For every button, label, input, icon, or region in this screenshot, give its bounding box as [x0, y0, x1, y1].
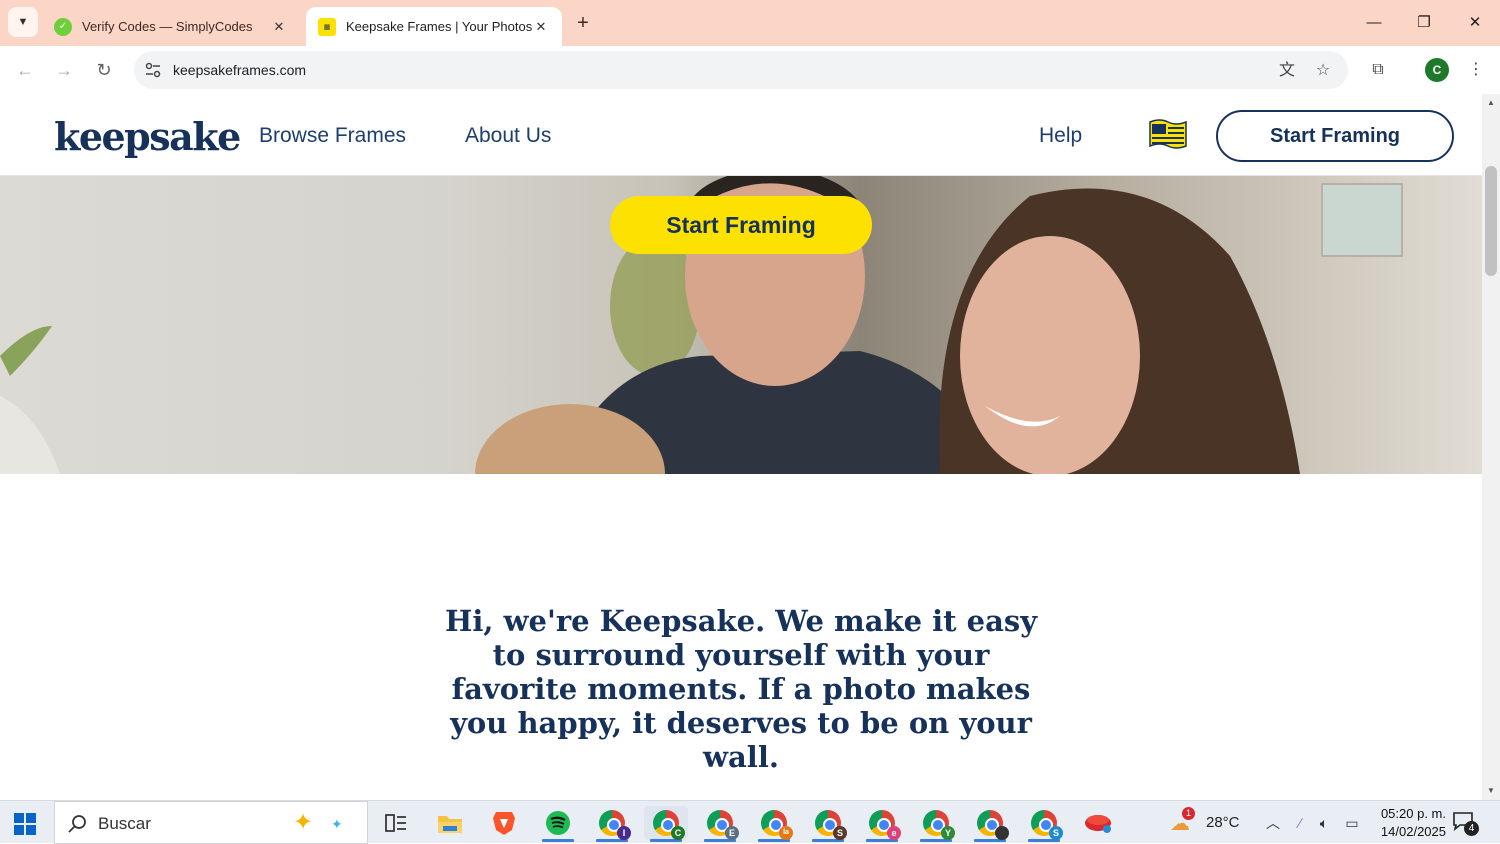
volume-icon[interactable]: 🔈︎: [1314, 813, 1334, 833]
scrollbar-thumb[interactable]: [1485, 166, 1497, 276]
address-bar[interactable]: keepsakeframes.com 文 ☆: [134, 51, 1348, 89]
restore-button[interactable]: ❐: [1404, 8, 1444, 38]
hero-photo: Start Framing: [0, 176, 1482, 474]
clock-time: 05:20 p. m.: [1380, 806, 1446, 821]
network-icon[interactable]: ▭: [1342, 813, 1362, 833]
chrome-profile-e-pink-icon[interactable]: e: [860, 806, 904, 842]
page-scrollbar[interactable]: ▲ ▼: [1482, 94, 1500, 800]
chrome-profile-s-icon[interactable]: S: [806, 806, 850, 842]
scroll-down-arrow-icon[interactable]: ▼: [1482, 784, 1500, 798]
weather-alert-badge: 1: [1182, 807, 1195, 820]
chrome-profile-la-icon[interactable]: la: [752, 806, 796, 842]
nav-browse-frames[interactable]: Browse Frames: [259, 124, 406, 148]
forward-button[interactable]: →: [50, 56, 78, 84]
search-placeholder: Buscar: [98, 814, 151, 833]
close-window-button[interactable]: ✕: [1455, 8, 1495, 38]
tab-keepsake[interactable]: ▦ Keepsake Frames | Your Photos ✕: [306, 7, 562, 46]
url-text: keepsakeframes.com: [173, 62, 307, 78]
chrome-profile-i-icon[interactable]: I: [590, 806, 634, 842]
bookmark-star-icon[interactable]: ☆: [1313, 61, 1333, 81]
hero-start-framing-button[interactable]: Start Framing: [610, 196, 872, 254]
chrome-profile-photo-icon[interactable]: [968, 806, 1012, 842]
chrome-profile-y-icon[interactable]: Y: [914, 806, 958, 842]
copilot-sparkle-icon: ✦: [293, 809, 314, 836]
notifications-button[interactable]: 4: [1452, 811, 1480, 836]
keepsake-favicon-icon: ▦: [318, 17, 336, 36]
nav-help[interactable]: Help: [1039, 124, 1082, 148]
sparkle-small-icon: ✦: [331, 816, 343, 832]
back-button[interactable]: ←: [11, 56, 39, 84]
header-start-framing-button[interactable]: Start Framing: [1216, 110, 1454, 162]
chrome-profile-c-icon[interactable]: C: [644, 806, 688, 842]
chrome-profile-s-blue-icon[interactable]: S: [1022, 806, 1066, 842]
weather-widget[interactable]: ☁ 1 28°C: [1168, 807, 1248, 837]
spotify-icon[interactable]: [536, 806, 580, 842]
profile-avatar[interactable]: C: [1425, 58, 1449, 82]
browser-toolbar: ← → ↻ keepsakeframes.com 文 ☆ ⧉ ⋮: [0, 46, 1500, 94]
reload-button[interactable]: ↻: [90, 56, 118, 84]
anydesk-icon[interactable]: [1076, 806, 1120, 840]
notification-count-badge: 4: [1464, 821, 1479, 836]
tab-search-button[interactable]: ▼: [8, 7, 38, 37]
extensions-icon[interactable]: ⧉: [1366, 58, 1390, 82]
nav-about-us[interactable]: About Us: [465, 124, 551, 148]
tab-simplycodes[interactable]: ✓ Verify Codes — SimplyCodes ✕: [42, 7, 300, 46]
show-hidden-icons-chevron-icon[interactable]: ︿: [1263, 813, 1283, 833]
close-tab-icon[interactable]: ✕: [270, 19, 288, 35]
search-icon: [68, 815, 86, 833]
taskbar-search-box[interactable]: Buscar ✦ ✦: [54, 801, 368, 844]
tab-title: Keepsake Frames | Your Photos: [346, 19, 532, 34]
file-explorer-icon[interactable]: [428, 806, 472, 840]
brave-browser-icon[interactable]: [482, 806, 526, 840]
chevron-down-icon: ▼: [17, 16, 29, 28]
keepsake-logo[interactable]: keepsake: [54, 114, 241, 159]
new-tab-button[interactable]: +: [570, 10, 596, 36]
simplycodes-favicon-icon: ✓: [54, 17, 72, 36]
translate-icon[interactable]: 文: [1277, 61, 1297, 81]
task-view-icon[interactable]: [374, 806, 418, 840]
site-header: keepsake Browse Frames About Us Help Sta…: [0, 94, 1482, 176]
system-clock[interactable]: 05:20 p. m. 14/02/2025: [1366, 805, 1446, 841]
tab-title: Verify Codes — SimplyCodes: [82, 19, 253, 34]
close-tab-icon[interactable]: ✕: [532, 19, 550, 35]
chrome-profile-e-icon[interactable]: E: [698, 806, 742, 842]
intro-heading: Hi, we're Keepsake. We make it easy to s…: [444, 604, 1038, 774]
browser-tabstrip: ▼ ✓ Verify Codes — SimplyCodes ✕ ▦ Keeps…: [0, 0, 1500, 46]
menu-kebab-icon[interactable]: ⋮: [1464, 58, 1488, 82]
windows-start-icon[interactable]: [14, 813, 36, 835]
minimize-button[interactable]: —: [1354, 8, 1394, 38]
windows-taskbar: Buscar ✦ ✦ I C E la S e Y S ☁ 1 28°C ︿ ∕…: [0, 800, 1500, 844]
pen-icon[interactable]: ∕: [1290, 813, 1310, 833]
clock-date: 14/02/2025: [1380, 824, 1446, 839]
webpage-viewport: keepsake Browse Frames About Us Help Sta…: [0, 94, 1482, 800]
flag-icon[interactable]: [1148, 118, 1188, 152]
site-settings-icon[interactable]: [144, 61, 162, 79]
temperature-text: 28°C: [1206, 814, 1240, 831]
scroll-up-arrow-icon[interactable]: ▲: [1482, 96, 1500, 110]
